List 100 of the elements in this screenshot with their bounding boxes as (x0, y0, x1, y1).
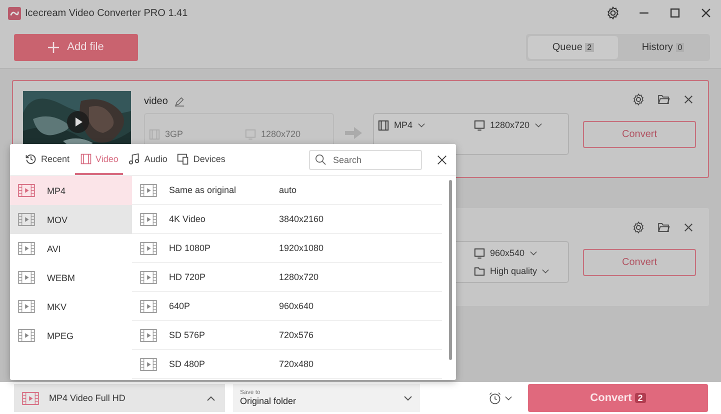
history-tab[interactable]: History 0 (618, 36, 708, 58)
format-selector[interactable]: MP4 Video Full HD (14, 384, 225, 412)
format-tab[interactable]: Recent (20, 144, 75, 175)
folder-icon (474, 266, 485, 276)
alarm-clock-icon (488, 391, 502, 405)
preset-resolution: 720x576 (279, 330, 314, 340)
music-note-icon (128, 152, 140, 164)
format-label: WEBM (47, 272, 75, 282)
video-file-icon (18, 329, 35, 342)
plus-icon (48, 42, 60, 52)
save-to-value: Original folder (240, 396, 298, 406)
source-resolution: 1280x720 (261, 129, 301, 139)
preset-name: SD 480P (169, 359, 206, 369)
format-label: MOV (47, 214, 68, 224)
video-file-icon (18, 271, 35, 284)
video-file-icon (140, 328, 157, 342)
convert-all-button[interactable]: Convert 2 (528, 384, 708, 412)
devices-icon (177, 152, 190, 164)
preset-item[interactable]: SD 576P 720x576 (132, 321, 442, 350)
schedule-button[interactable] (488, 391, 512, 405)
output-resolution[interactable]: 1280x720 (490, 120, 530, 130)
preset-name: 640P (169, 301, 192, 311)
preset-resolution: 1280x720 (279, 272, 319, 282)
preset-item[interactable]: Same as original auto (132, 176, 442, 205)
film-icon (149, 128, 160, 140)
format-item[interactable]: AVI (10, 234, 132, 263)
preset-resolution: 3840x2160 (279, 214, 324, 224)
scrollbar[interactable] (449, 180, 452, 360)
folder-icon[interactable] (657, 221, 670, 234)
pencil-icon[interactable] (174, 96, 185, 106)
format-name: MP4 Video Full HD (49, 393, 126, 403)
format-tab[interactable]: Devices (172, 144, 230, 175)
preset-name: HD 1080P (169, 243, 212, 253)
chevron-down-icon (542, 268, 550, 274)
close-icon[interactable] (699, 6, 713, 20)
chevron-down-icon (534, 122, 542, 128)
output-format[interactable]: MP4 (394, 120, 413, 130)
video-file-icon (18, 184, 35, 197)
video-file-icon (140, 358, 157, 370)
preset-item[interactable]: HD 720P 1280x720 (132, 263, 442, 292)
search-field[interactable]: Search (309, 150, 422, 170)
preset-name: Same as original (169, 185, 238, 195)
monitor-icon (245, 128, 256, 140)
film-icon (378, 120, 389, 130)
format-item[interactable]: MKV (10, 292, 132, 321)
file-name: video (144, 96, 168, 106)
close-icon[interactable] (437, 154, 447, 164)
video-file-icon (18, 213, 35, 226)
preset-item[interactable]: HD 1080P 1920x1080 (132, 234, 442, 263)
video-file-icon (18, 242, 35, 255)
close-icon[interactable] (682, 221, 695, 234)
format-label: AVI (47, 244, 61, 254)
maximize-icon[interactable] (668, 6, 682, 20)
preset-resolution: 720x480 (279, 359, 314, 369)
video-file-icon (140, 300, 157, 312)
search-icon (315, 154, 326, 164)
format-item[interactable]: MPEG (10, 321, 132, 350)
app-logo-icon (8, 6, 21, 20)
settings-icon[interactable] (632, 93, 645, 106)
format-label: MP4 (47, 186, 66, 196)
preset-name: HD 720P (169, 272, 207, 282)
chevron-up-icon (207, 396, 215, 400)
preset-resolution: 1920x1080 (279, 243, 324, 253)
chevron-down-icon (505, 396, 512, 400)
preset-name: SD 576P (169, 330, 206, 340)
format-label: MKV (47, 302, 67, 312)
folder-icon[interactable] (657, 93, 670, 106)
queue-tab[interactable]: Queue 2 (528, 36, 618, 58)
video-file-icon (140, 242, 157, 254)
video-file-icon (140, 270, 157, 284)
history-icon (25, 152, 37, 164)
monitor-icon (474, 120, 485, 130)
format-label: MPEG (47, 330, 74, 340)
output-quality[interactable]: High quality (490, 266, 538, 276)
format-item[interactable]: MP4 (10, 176, 132, 205)
preset-name: 4K Video (169, 214, 206, 224)
close-icon[interactable] (682, 93, 695, 106)
format-tab[interactable]: Audio (123, 144, 172, 175)
arrow-icon (344, 126, 362, 140)
source-format: 3GP (165, 129, 184, 139)
window-title: Icecream Video Converter PRO 1.41 (25, 8, 188, 18)
video-file-icon (18, 300, 35, 313)
preset-resolution: auto (279, 185, 297, 195)
chevron-down-icon (418, 122, 425, 128)
settings-icon[interactable] (606, 6, 620, 20)
film-icon (80, 152, 92, 164)
chevron-down-icon (530, 250, 537, 256)
preset-item[interactable]: 640P 960x640 (132, 292, 442, 321)
video-file-icon (22, 392, 39, 404)
settings-icon[interactable] (632, 221, 645, 234)
video-file-icon (140, 184, 157, 196)
output-resolution[interactable]: 960x540 (490, 248, 525, 258)
format-item[interactable]: MOV (10, 205, 132, 234)
format-item[interactable]: WEBM (10, 263, 132, 292)
video-file-icon (140, 212, 157, 226)
monitor-icon (474, 248, 485, 258)
play-icon[interactable] (67, 111, 89, 133)
preset-resolution: 960x640 (279, 301, 314, 311)
preset-item[interactable]: 4K Video 3840x2160 (132, 205, 442, 234)
preset-item[interactable]: SD 480P 720x480 (132, 350, 442, 379)
